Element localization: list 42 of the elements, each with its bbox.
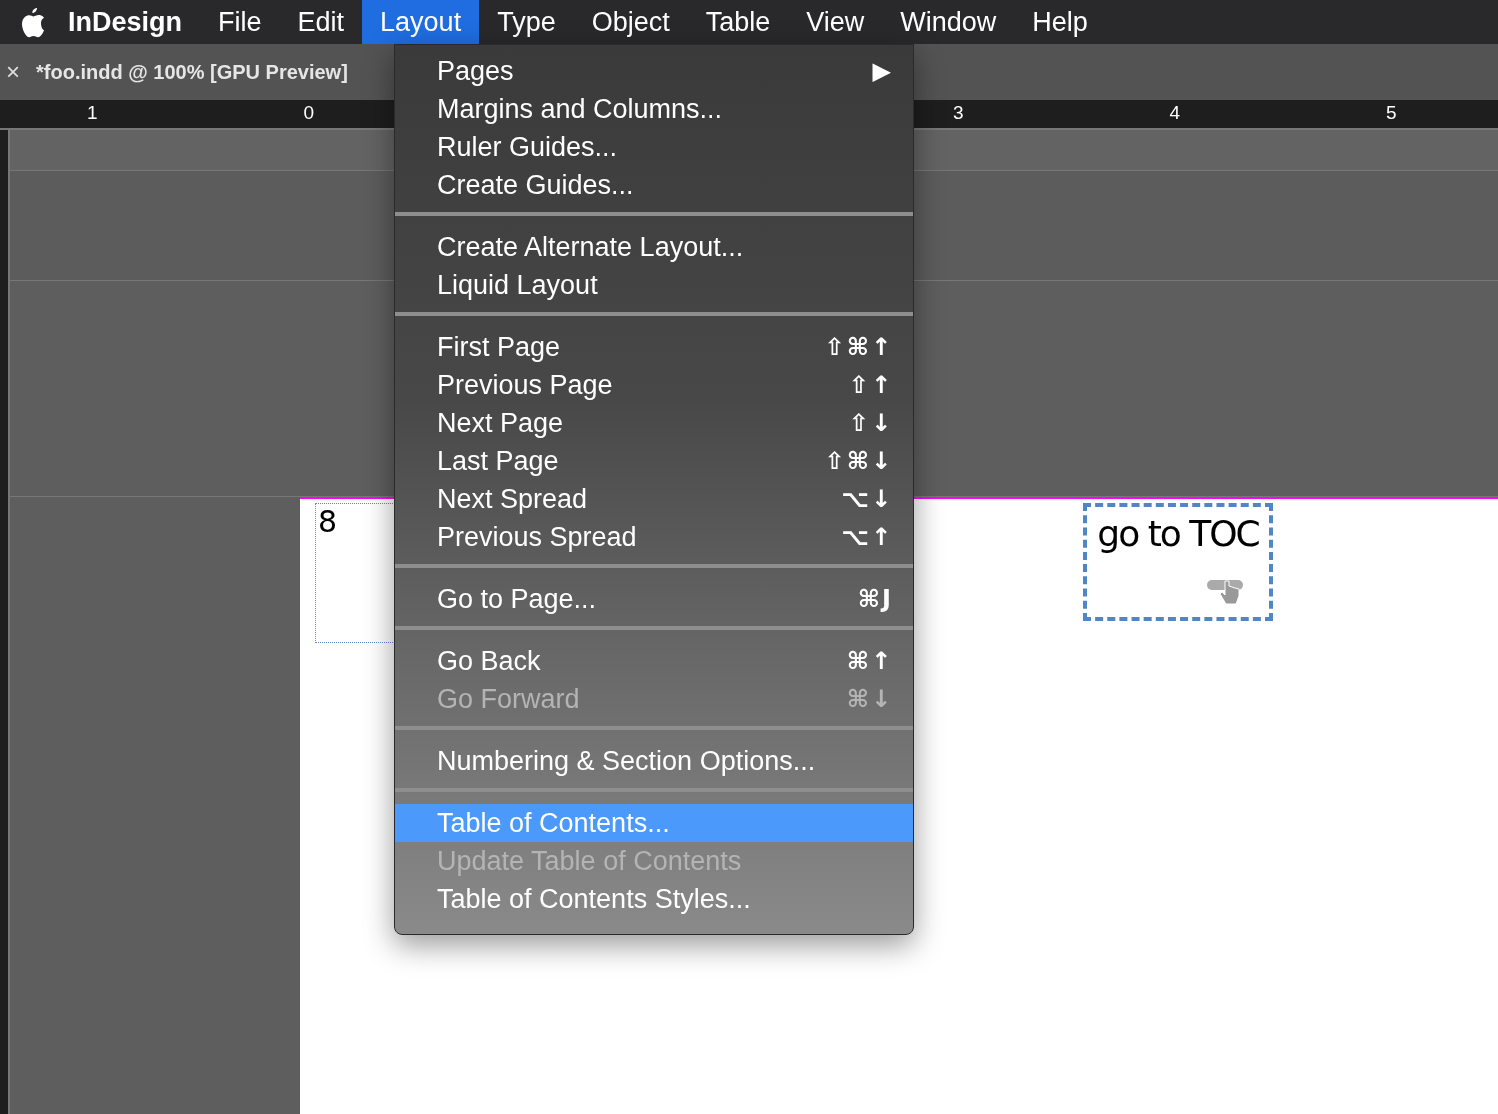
ruler-number: 4: [1169, 102, 1181, 124]
shortcut-label: ⌘↓: [846, 685, 893, 713]
menu-item[interactable]: Margins and Columns...: [395, 90, 913, 128]
menu-item[interactable]: Create Guides...: [395, 166, 913, 204]
shortcut-label: ⇧↓: [848, 409, 893, 437]
ruler-number: 0: [303, 102, 315, 124]
menu-title[interactable]: Help: [1014, 0, 1106, 44]
shortcut-label: ⇧⌘↑: [824, 333, 893, 361]
menu-item[interactable]: Go Back ⌘↑: [395, 642, 913, 680]
shortcut-label: ⌘↑: [846, 647, 893, 675]
shortcut-label: ⌥↓: [841, 485, 893, 513]
document-tab[interactable]: *foo.indd @ 100% [GPU Preview]: [36, 60, 348, 84]
menu-title[interactable]: Table: [687, 0, 789, 44]
menu-title[interactable]: Object: [573, 0, 688, 44]
close-tab-button[interactable]: ×: [6, 58, 20, 86]
menu-item[interactable]: Numbering & Section Options...: [395, 742, 913, 780]
menu-item[interactable]: First Page ⇧⌘↑: [395, 328, 913, 366]
shortcut-label: ⌥↑: [841, 523, 893, 551]
shortcut-label: ⇧⌘↓: [824, 447, 893, 475]
button-frame[interactable]: go to TOC: [1083, 503, 1273, 621]
shortcut-label: ⇧↑: [848, 371, 893, 399]
menu-title[interactable]: File: [200, 0, 280, 44]
shortcut-label: ▶: [872, 57, 893, 85]
menu-title[interactable]: Layout: [362, 0, 480, 44]
ruler-number: 1: [87, 102, 98, 124]
app-name[interactable]: InDesign: [46, 6, 200, 38]
menu-item[interactable]: Last Page ⇧⌘↓: [395, 442, 913, 480]
menu-title[interactable]: Window: [882, 0, 1015, 44]
menu-item[interactable]: Create Alternate Layout...: [395, 228, 913, 266]
menu-item[interactable]: Table of Contents Styles...: [395, 880, 913, 918]
button-label: go to TOC: [1097, 513, 1259, 554]
ruler-number: 5: [1386, 102, 1397, 124]
menu-title[interactable]: View: [788, 0, 883, 44]
menu-item[interactable]: Previous Page ⇧↑: [395, 366, 913, 404]
hand-pointer-icon: [1207, 577, 1245, 607]
menu-title[interactable]: Edit: [279, 0, 363, 44]
shortcut-label: ⌘J: [857, 585, 893, 613]
menu-title[interactable]: Type: [479, 0, 574, 44]
ruler-number: 3: [953, 102, 964, 124]
menu-item[interactable]: Next Page ⇧↓: [395, 404, 913, 442]
menu-item[interactable]: Pages ▶: [395, 52, 913, 90]
menu-item[interactable]: Liquid Layout: [395, 266, 913, 304]
